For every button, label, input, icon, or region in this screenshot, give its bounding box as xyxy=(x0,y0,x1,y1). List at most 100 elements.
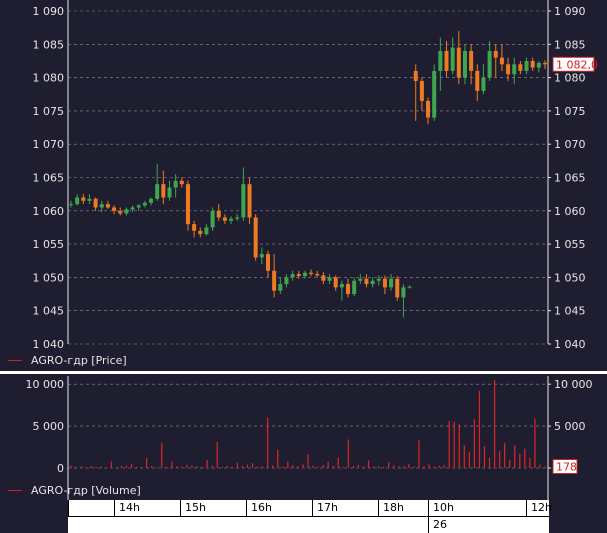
price-candle-body[interactable] xyxy=(536,62,541,68)
price-candle-body[interactable] xyxy=(259,254,264,258)
price-candle-body[interactable] xyxy=(499,57,504,65)
volume-bar[interactable] xyxy=(478,390,481,468)
volume-bar[interactable] xyxy=(307,454,309,468)
volume-bar[interactable] xyxy=(418,440,420,468)
price-candle-body[interactable] xyxy=(321,275,326,281)
price-candle-body[interactable] xyxy=(173,180,178,188)
volume-bar[interactable] xyxy=(443,465,445,468)
price-candle-body[interactable] xyxy=(352,280,357,295)
price-candle-body[interactable] xyxy=(395,278,400,298)
volume-bar[interactable] xyxy=(85,467,87,468)
volume-bar[interactable] xyxy=(191,465,193,468)
price-candle-body[interactable] xyxy=(302,272,307,277)
price-candle-body[interactable] xyxy=(272,270,277,291)
volume-bar[interactable] xyxy=(388,462,390,468)
volume-bar[interactable] xyxy=(241,465,244,468)
price-candle-body[interactable] xyxy=(450,47,455,71)
price-candle-body[interactable] xyxy=(327,277,332,281)
volume-bar[interactable] xyxy=(277,449,279,468)
volume-bar[interactable] xyxy=(297,466,299,468)
price-candle-body[interactable] xyxy=(309,272,314,275)
volume-bar[interactable] xyxy=(201,466,203,468)
price-candle-body[interactable] xyxy=(136,205,141,208)
price-candle-body[interactable] xyxy=(376,278,381,281)
volume-bar[interactable] xyxy=(488,457,491,468)
volume-bar[interactable] xyxy=(322,464,324,468)
price-candle-body[interactable] xyxy=(222,217,227,221)
price-candle-body[interactable] xyxy=(155,184,160,199)
volume-bar[interactable] xyxy=(221,466,223,468)
price-candle-body[interactable] xyxy=(87,198,92,201)
volume-bar[interactable] xyxy=(347,439,349,468)
volume-bar[interactable] xyxy=(499,451,501,468)
volume-bar[interactable] xyxy=(413,466,415,468)
volume-bar[interactable] xyxy=(156,467,158,468)
volume-bar[interactable] xyxy=(161,442,163,468)
volume-bar[interactable] xyxy=(529,457,531,468)
price-candle-body[interactable] xyxy=(210,210,215,228)
volume-bar[interactable] xyxy=(428,464,430,468)
volume-bar[interactable] xyxy=(246,464,249,468)
price-candles[interactable] xyxy=(69,30,547,318)
price-candle-body[interactable] xyxy=(81,197,86,201)
volume-bar[interactable] xyxy=(75,466,77,468)
price-candle-body[interactable] xyxy=(401,287,406,298)
price-candle-body[interactable] xyxy=(524,60,529,71)
volume-bar[interactable] xyxy=(130,463,133,468)
volume-bar[interactable] xyxy=(337,457,339,468)
volume-bar[interactable] xyxy=(468,452,470,468)
volume-bar[interactable] xyxy=(438,465,440,468)
volume-bar[interactable] xyxy=(403,465,405,468)
volume-bar[interactable] xyxy=(115,466,117,468)
volume-bar[interactable] xyxy=(120,466,123,468)
volume-bar[interactable] xyxy=(398,466,400,468)
price-candle-body[interactable] xyxy=(235,217,240,219)
price-candle-body[interactable] xyxy=(469,50,474,71)
volume-bar[interactable] xyxy=(519,453,521,468)
price-candle-body[interactable] xyxy=(241,184,246,218)
volume-bar[interactable] xyxy=(186,464,188,468)
price-candle-body[interactable] xyxy=(124,209,129,214)
price-candle-body[interactable] xyxy=(426,100,431,118)
price-candle-body[interactable] xyxy=(149,198,154,203)
price-candle-body[interactable] xyxy=(161,184,166,198)
volume-bar[interactable] xyxy=(226,465,228,468)
price-candle-body[interactable] xyxy=(75,197,80,205)
volume-bar[interactable] xyxy=(539,464,541,468)
price-candle-body[interactable] xyxy=(315,274,320,276)
price-candle-body[interactable] xyxy=(432,70,437,118)
volume-bar[interactable] xyxy=(292,465,294,468)
volume-bar[interactable] xyxy=(332,466,334,468)
price-candle-body[interactable] xyxy=(370,280,375,285)
volume-bar[interactable] xyxy=(433,466,435,468)
volume-bar[interactable] xyxy=(151,466,153,468)
volume-bar[interactable] xyxy=(256,466,259,468)
volume-legend[interactable]: AGRO-гдр [Volume] xyxy=(8,484,141,497)
price-candle-body[interactable] xyxy=(99,204,104,208)
price-candle-body[interactable] xyxy=(481,77,486,91)
volume-bar[interactable] xyxy=(509,460,511,468)
price-candle-body[interactable] xyxy=(105,204,110,208)
volume-bar[interactable] xyxy=(393,465,395,468)
price-candle-body[interactable] xyxy=(185,184,190,225)
volume-bar[interactable] xyxy=(211,465,213,468)
price-candle-body[interactable] xyxy=(419,80,424,101)
volume-bar[interactable] xyxy=(100,466,102,468)
volume-bar[interactable] xyxy=(463,445,465,468)
volume-bar[interactable] xyxy=(125,465,128,468)
volume-bars[interactable] xyxy=(70,380,546,468)
volume-bar[interactable] xyxy=(453,421,455,468)
volume-bar[interactable] xyxy=(367,460,370,468)
volume-bar[interactable] xyxy=(166,466,168,468)
volume-bar[interactable] xyxy=(105,467,107,468)
price-candle-body[interactable] xyxy=(438,50,443,71)
volume-bar[interactable] xyxy=(267,417,269,468)
volume-bar[interactable] xyxy=(524,448,526,468)
price-candle-body[interactable] xyxy=(487,50,492,78)
time-axis[interactable]: 14h 15h 16h 17h 18h 10h 12h 26 xyxy=(68,500,552,533)
price-candle-body[interactable] xyxy=(444,50,449,71)
volume-bar[interactable] xyxy=(140,467,143,468)
price-candle-body[interactable] xyxy=(265,254,270,271)
volume-bar[interactable] xyxy=(473,419,476,468)
volume-bar[interactable] xyxy=(458,424,460,468)
